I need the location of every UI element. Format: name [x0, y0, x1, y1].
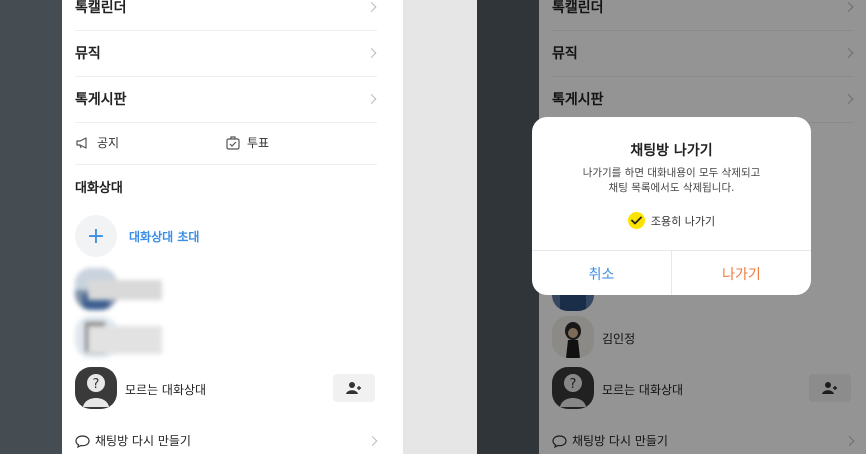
add-friend-button[interactable]: [333, 374, 375, 402]
menu-talk-calendar-label: 톡캘린더: [75, 0, 127, 16]
unknown-member-avatar[interactable]: ?: [75, 367, 117, 409]
recreate-chatroom-button[interactable]: 채팅방 다시 만들기: [75, 432, 378, 449]
chevron-right-icon: [366, 2, 377, 12]
svg-text:?: ?: [93, 377, 100, 392]
chat-background: [477, 0, 539, 454]
vote-label: 투표: [247, 136, 270, 150]
board-shortcuts: 공지 투표: [75, 121, 377, 165]
notice-shortcut[interactable]: 공지: [75, 134, 119, 151]
dialog-message: 나가기를 하면 대화내용이 모두 삭제되고 채팅 목록에서도 삭제됩니다.: [532, 166, 811, 196]
quiet-leave-label: 조용히 나가기: [650, 214, 716, 228]
unknown-member-name: 모르는 대화상대: [125, 383, 207, 397]
chevron-right-icon: [366, 94, 377, 104]
menu-talk-board-label: 톡게시판: [75, 92, 127, 108]
checkmark-icon: [627, 212, 645, 229]
cancel-button[interactable]: 취소: [532, 251, 672, 295]
right-screen: 톡캘린더 뮤직 톡게시판 김인정 ? 모르는 대화상대 채팅방 다시 만들기 채…: [477, 0, 866, 454]
plus-icon: +: [75, 215, 117, 257]
chat-background: [0, 0, 62, 454]
invite-member-label: 대화상대 초대: [129, 229, 200, 244]
notice-label: 공지: [97, 136, 120, 150]
menu-music[interactable]: 뮤직: [75, 30, 377, 77]
leave-button[interactable]: 나가기: [672, 251, 811, 295]
chevron-right-icon: [366, 48, 377, 58]
menu-music-label: 뮤직: [75, 46, 101, 62]
dialog-message-line: 채팅 목록에서도 삭제됩니다.: [608, 182, 735, 194]
leave-chatroom-dialog: 채팅방 나가기 나가기를 하면 대화내용이 모두 삭제되고 채팅 목록에서도 삭…: [532, 117, 811, 295]
menu-talk-board[interactable]: 톡게시판: [75, 76, 377, 123]
recreate-chatroom-label: 채팅방 다시 만들기: [95, 434, 191, 448]
speech-bubble-icon: [75, 434, 90, 448]
dialog-message-line: 나가기를 하면 대화내용이 모두 삭제되고: [582, 167, 761, 179]
unknown-person-icon: ?: [83, 374, 109, 407]
quiet-leave-checkbox[interactable]: 조용히 나가기: [532, 212, 811, 229]
chat-drawer: 톡캘린더 뮤직 톡게시판 공지 투표 대화상대 + 대화상대 초대 ? 모르는 …: [62, 0, 403, 454]
add-person-icon: [346, 382, 361, 394]
ballot-box-icon: [226, 135, 240, 150]
redacted-member-name: [88, 280, 162, 300]
left-screen: 톡캘린더 뮤직 톡게시판 공지 투표 대화상대 + 대화상대 초대 ? 모르는 …: [0, 0, 462, 454]
menu-talk-calendar[interactable]: 톡캘린더: [75, 0, 377, 31]
redacted-member-name: [88, 326, 162, 354]
megaphone-icon: [76, 136, 87, 149]
chevron-right-icon: [367, 435, 378, 446]
members-section-title: 대화상대: [75, 181, 123, 196]
dialog-buttons: 취소 나가기: [532, 250, 811, 295]
vote-shortcut[interactable]: 투표: [225, 134, 269, 151]
dialog-title: 채팅방 나가기: [630, 143, 713, 159]
invite-member-button[interactable]: + 대화상대 초대: [75, 215, 199, 257]
